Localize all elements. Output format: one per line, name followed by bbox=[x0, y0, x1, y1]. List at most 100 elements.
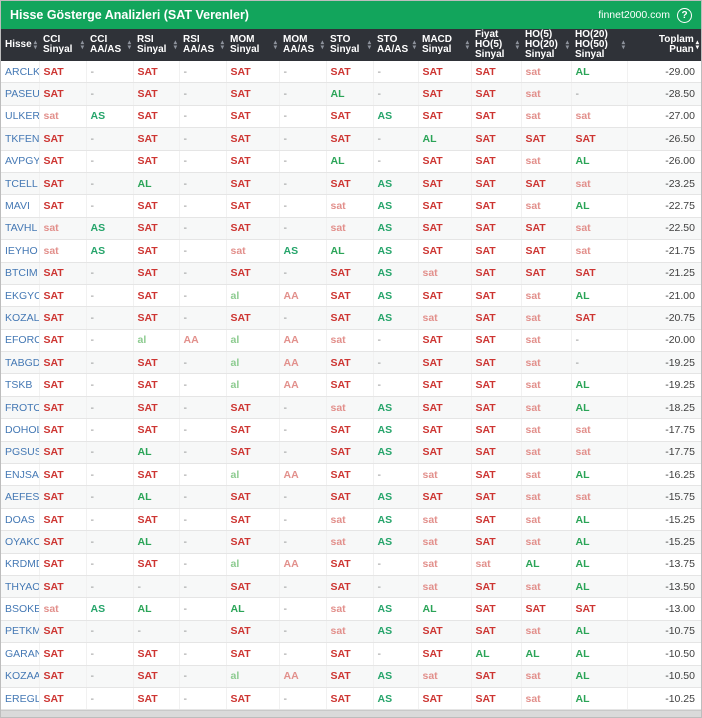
ticker-cell[interactable]: TSKB bbox=[1, 373, 40, 397]
ticker-cell[interactable]: EKGYO bbox=[1, 284, 40, 308]
signal-cell-ho5_ho20_sinyal: SAT bbox=[521, 597, 572, 621]
column-header-fiyat_ho5_sinyal[interactable]: Fiyat HO(5) Sinyal ▴ ▾ bbox=[471, 29, 521, 61]
signal-cell-ho20_ho50_sinyal: AL bbox=[571, 687, 628, 710]
ticker-cell[interactable]: AVPGY bbox=[1, 150, 40, 173]
column-header-ho5_ho20_sinyal[interactable]: HO(5) HO(20) Sinyal ▴ ▾ bbox=[521, 29, 571, 61]
signal-cell-cci_aa_as: - bbox=[86, 508, 134, 532]
signal-cell-ho20_ho50_sinyal: SAT bbox=[571, 127, 628, 151]
signal-cell-sto_aa_as: - bbox=[373, 82, 419, 106]
signal-cell-fiyat_ho5_sinyal: SAT bbox=[471, 418, 522, 442]
ticker-cell[interactable]: ULKER bbox=[1, 105, 40, 129]
column-header-toplam_puan[interactable]: Toplam Puan ▴ ▾ bbox=[627, 29, 701, 61]
signal-cell-mom_aa_as: - bbox=[279, 418, 327, 442]
ticker-cell[interactable]: TKFEN bbox=[1, 127, 40, 151]
ticker-cell[interactable]: FROTO bbox=[1, 396, 40, 420]
ticker-cell[interactable]: DOAS bbox=[1, 508, 40, 532]
ticker-cell[interactable]: TCELL bbox=[1, 172, 40, 196]
signal-cell-sto_sinyal: SAT bbox=[326, 306, 374, 330]
signal-cell-macd_sinyal: SAT bbox=[418, 150, 472, 173]
column-header-macd_sinyal[interactable]: MACD Sinyal ▴ ▾ bbox=[418, 29, 471, 61]
signal-cell-mom_sinyal: SAT bbox=[226, 306, 280, 330]
ticker-cell[interactable]: GARAN bbox=[1, 642, 40, 666]
ticker-cell[interactable]: KOZAL bbox=[1, 306, 40, 330]
signal-cell-ho5_ho20_sinyal: sat bbox=[521, 508, 572, 532]
signal-cell-cci_aa_as: - bbox=[86, 530, 134, 554]
column-header-hisse[interactable]: Hisse ▴ ▾ bbox=[1, 29, 39, 61]
column-header-ho20_ho50_sinyal[interactable]: HO(20) HO(50) Sinyal ▴ ▾ bbox=[571, 29, 627, 61]
column-header-label: RSI Sinyal bbox=[137, 35, 166, 55]
signal-cell-rsi_sinyal: SAT bbox=[133, 105, 180, 129]
ticker-cell[interactable]: TAVHL bbox=[1, 217, 40, 241]
ticker-cell[interactable]: ENJSA bbox=[1, 463, 40, 487]
ticker-cell[interactable]: AEFES bbox=[1, 485, 40, 509]
score-cell: -21.00 bbox=[627, 284, 701, 308]
ticker-cell[interactable]: PASEU bbox=[1, 82, 40, 106]
score-cell: -15.25 bbox=[627, 508, 701, 532]
score-cell: -17.75 bbox=[627, 441, 701, 465]
signal-cell-cci_aa_as: - bbox=[86, 418, 134, 442]
column-header-mom_aa_as[interactable]: MOM AA/AS ▴ ▾ bbox=[279, 29, 326, 61]
ticker-cell[interactable]: EFORC bbox=[1, 329, 40, 353]
column-header-sto_aa_as[interactable]: STO AA/AS ▴ ▾ bbox=[373, 29, 418, 61]
column-header-cci_aa_as[interactable]: CCI AA/AS ▴ ▾ bbox=[86, 29, 133, 61]
ticker-cell[interactable]: PETKM bbox=[1, 620, 40, 644]
signal-cell-cci_aa_as: - bbox=[86, 575, 134, 599]
ticker-cell[interactable]: BSOKE bbox=[1, 597, 40, 621]
signal-cell-ho5_ho20_sinyal: sat bbox=[521, 620, 572, 644]
ticker-cell[interactable]: EREGL bbox=[1, 687, 40, 710]
signal-cell-fiyat_ho5_sinyal: SAT bbox=[471, 687, 522, 710]
column-header-rsi_aa_as[interactable]: RSI AA/AS ▴ ▾ bbox=[179, 29, 226, 61]
column-header-label: CCI AA/AS bbox=[90, 35, 121, 55]
column-header-label: CCI Sinyal bbox=[43, 35, 72, 55]
table-row: ARCLK SAT - SAT - SAT - SAT - SAT SAT sat AL -29.00 bbox=[1, 61, 701, 84]
signal-cell-mom_sinyal: SAT bbox=[226, 262, 280, 285]
signal-cell-mom_aa_as: - bbox=[279, 508, 327, 532]
ticker-cell[interactable]: DOHOL bbox=[1, 418, 40, 442]
signal-cell-sto_sinyal: SAT bbox=[326, 485, 374, 509]
table-row: PASEU SAT - SAT - SAT - AL - SAT SAT sat - -28.50 bbox=[1, 82, 701, 106]
column-header-label: HO(5) HO(20) Sinyal bbox=[525, 30, 558, 60]
signal-cell-ho5_ho20_sinyal: sat bbox=[521, 418, 572, 442]
signal-cell-sto_sinyal: SAT bbox=[326, 127, 374, 151]
ticker-cell[interactable]: BTCIM bbox=[1, 262, 40, 285]
signal-cell-ho20_ho50_sinyal: AL bbox=[571, 150, 628, 173]
signal-cell-macd_sinyal: sat bbox=[418, 262, 472, 285]
signal-cell-ho20_ho50_sinyal: AL bbox=[571, 194, 628, 218]
signal-cell-ho5_ho20_sinyal: SAT bbox=[521, 239, 572, 263]
table-row: TAVHL sat AS SAT - SAT - sat AS SAT SAT SAT sat -22.5… bbox=[1, 217, 701, 241]
ticker-cell[interactable]: IEYHO bbox=[1, 239, 40, 263]
column-header-mom_sinyal[interactable]: MOM Sinyal ▴ ▾ bbox=[226, 29, 279, 61]
ticker-cell[interactable]: THYAO bbox=[1, 575, 40, 599]
signal-cell-cci_aa_as: - bbox=[86, 306, 134, 330]
column-header-label: Fiyat HO(5) Sinyal bbox=[475, 30, 504, 60]
score-cell: -29.00 bbox=[627, 61, 701, 84]
signal-cell-cci_aa_as: - bbox=[86, 485, 134, 509]
signal-cell-macd_sinyal: SAT bbox=[418, 351, 472, 375]
column-header-cci_sinyal[interactable]: CCI Sinyal ▴ ▾ bbox=[39, 29, 86, 61]
sort-icon: ▴ ▾ bbox=[34, 39, 37, 51]
ticker-cell[interactable]: PGSUS bbox=[1, 441, 40, 465]
ticker-cell[interactable]: KRDMD bbox=[1, 553, 40, 576]
signal-cell-rsi_aa_as: - bbox=[179, 553, 227, 576]
ticker-cell[interactable]: MAVI bbox=[1, 194, 40, 218]
signal-cell-rsi_aa_as: - bbox=[179, 441, 227, 465]
title-bar: Hisse Gösterge Analizleri (SAT Verenler)… bbox=[1, 1, 701, 29]
ticker-cell[interactable]: ARCLK bbox=[1, 61, 40, 84]
signal-cell-sto_aa_as: - bbox=[373, 329, 419, 353]
score-cell: -10.75 bbox=[627, 620, 701, 644]
help-icon[interactable]: ? bbox=[677, 7, 692, 23]
signal-cell-mom_aa_as: - bbox=[279, 105, 327, 129]
signal-cell-cci_aa_as: - bbox=[86, 373, 134, 397]
sort-icon: ▴ ▾ bbox=[221, 39, 224, 51]
signal-cell-mom_sinyal: SAT bbox=[226, 575, 280, 599]
signal-cell-ho5_ho20_sinyal: sat bbox=[521, 463, 572, 487]
ticker-cell[interactable]: OYAKC bbox=[1, 530, 40, 554]
ticker-cell[interactable]: TABGD bbox=[1, 351, 40, 375]
column-header-rsi_sinyal[interactable]: RSI Sinyal ▴ ▾ bbox=[133, 29, 179, 61]
table-header: Hisse ▴ ▾ CCI Sinyal ▴ ▾ CCI AA/AS ▴ ▾ RSI Sinyal ▴ ▾ R… bbox=[1, 29, 701, 61]
signal-cell-macd_sinyal: SAT bbox=[418, 82, 472, 106]
ticker-cell[interactable]: KOZAA bbox=[1, 665, 40, 688]
signal-cell-cci_aa_as: - bbox=[86, 642, 134, 666]
column-header-sto_sinyal[interactable]: STO Sinyal ▴ ▾ bbox=[326, 29, 373, 61]
signal-cell-mom_sinyal: AL bbox=[226, 597, 280, 621]
